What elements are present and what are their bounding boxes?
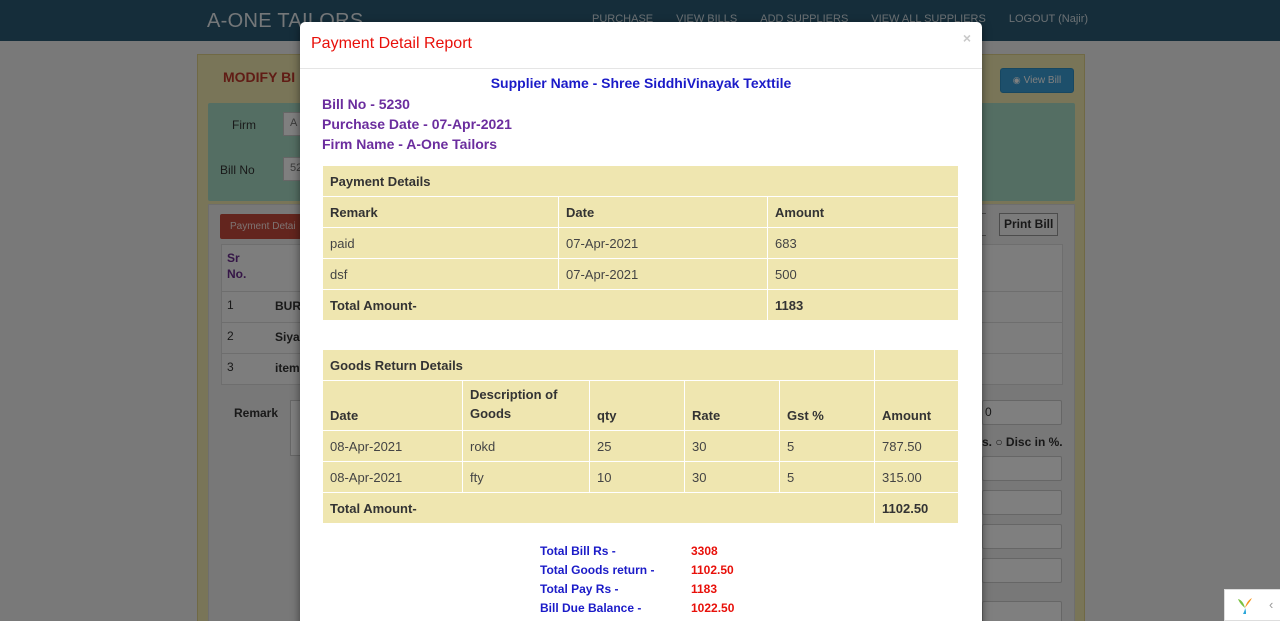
total-pay-value: 1183 bbox=[691, 582, 718, 596]
col-header-date: Date bbox=[558, 196, 768, 228]
chevron-left-icon: ‹ bbox=[1269, 597, 1274, 612]
col-header-remark: Remark bbox=[322, 196, 559, 228]
total-value: 1102.50 bbox=[874, 492, 959, 524]
payment-details-table: Payment Details Remark Date Amount paid … bbox=[322, 165, 959, 321]
total-goods-return-label: Total Goods return - bbox=[540, 563, 655, 577]
table-row: paid 07-Apr-2021 683 bbox=[322, 227, 959, 259]
goods-return-table: Goods Return Details Date Description of… bbox=[322, 349, 959, 524]
cell-qty: 10 bbox=[589, 461, 685, 493]
cell-gst: 5 bbox=[779, 461, 875, 493]
summary-values: 3308 1102.50 1183 1022.50 bbox=[691, 542, 734, 618]
col-header-description: Description of Goods bbox=[462, 380, 590, 431]
col-header-amount: Amount bbox=[767, 196, 959, 228]
total-value: 1183 bbox=[767, 289, 959, 321]
supplier-name: Supplier Name - Shree SiddhiVinayak Text… bbox=[490, 75, 792, 91]
cell-description: rokd bbox=[462, 430, 590, 462]
cell-remark: paid bbox=[322, 227, 559, 259]
cell-amount: 500 bbox=[767, 258, 959, 290]
empty-cell bbox=[874, 349, 959, 381]
total-bill-value: 3308 bbox=[691, 544, 718, 558]
bill-due-balance-value: 1022.50 bbox=[691, 601, 735, 615]
table-row: Payment Details bbox=[322, 165, 959, 197]
debug-toolbar-toggle[interactable]: ‹ bbox=[1224, 589, 1280, 621]
cell-remark: dsf bbox=[322, 258, 559, 290]
cell-qty: 25 bbox=[589, 430, 685, 462]
total-label: Total Amount- bbox=[322, 492, 875, 524]
cell-amount: 787.50 bbox=[874, 430, 959, 462]
modal-title: Payment Detail Report bbox=[311, 35, 472, 52]
purchase-date: Purchase Date - 07-Apr-2021 bbox=[322, 116, 512, 132]
col-header-date: Date bbox=[322, 380, 463, 431]
close-icon[interactable]: × bbox=[963, 30, 971, 46]
cell-rate: 30 bbox=[684, 461, 780, 493]
cell-gst: 5 bbox=[779, 430, 875, 462]
cell-date: 07-Apr-2021 bbox=[558, 227, 768, 259]
cell-rate: 30 bbox=[684, 430, 780, 462]
summary-labels: Total Bill Rs - Total Goods return - Tot… bbox=[540, 542, 654, 618]
firm-name: Firm Name - A-One Tailors bbox=[322, 136, 498, 152]
total-row: Total Amount- 1102.50 bbox=[322, 492, 959, 524]
table-header-row: Remark Date Amount bbox=[322, 196, 959, 228]
table-row: dsf 07-Apr-2021 500 bbox=[322, 258, 959, 290]
cell-date: 08-Apr-2021 bbox=[322, 461, 463, 493]
col-header-gst: Gst % bbox=[779, 380, 875, 431]
cell-date: 07-Apr-2021 bbox=[558, 258, 768, 290]
table-row: 08-Apr-2021 fty 10 30 5 315.00 bbox=[322, 461, 959, 493]
cell-amount: 683 bbox=[767, 227, 959, 259]
table-row: Goods Return Details bbox=[322, 349, 959, 381]
yii-logo-icon bbox=[1238, 598, 1252, 614]
total-label: Total Amount- bbox=[322, 289, 768, 321]
modal-header: Payment Detail Report × bbox=[300, 22, 982, 69]
cell-amount: 315.00 bbox=[874, 461, 959, 493]
table-header-row: Date Description of Goods qty Rate Gst %… bbox=[322, 380, 959, 431]
total-row: Total Amount- 1183 bbox=[322, 289, 959, 321]
bill-no: Bill No - 5230 bbox=[322, 96, 410, 112]
total-bill-label: Total Bill Rs - bbox=[540, 544, 616, 558]
cell-description: fty bbox=[462, 461, 590, 493]
col-header-amount: Amount bbox=[874, 380, 959, 431]
total-pay-label: Total Pay Rs - bbox=[540, 582, 619, 596]
cell-date: 08-Apr-2021 bbox=[322, 430, 463, 462]
col-header-rate: Rate bbox=[684, 380, 780, 431]
section-title: Payment Details bbox=[322, 165, 959, 197]
bill-due-balance-label: Bill Due Balance - bbox=[540, 601, 642, 615]
total-goods-return-value: 1102.50 bbox=[691, 563, 734, 577]
payment-detail-modal: Payment Detail Report × Supplier Name - … bbox=[300, 22, 982, 621]
col-header-qty: qty bbox=[589, 380, 685, 431]
section-title: Goods Return Details bbox=[322, 349, 875, 381]
table-row: 08-Apr-2021 rokd 25 30 5 787.50 bbox=[322, 430, 959, 462]
